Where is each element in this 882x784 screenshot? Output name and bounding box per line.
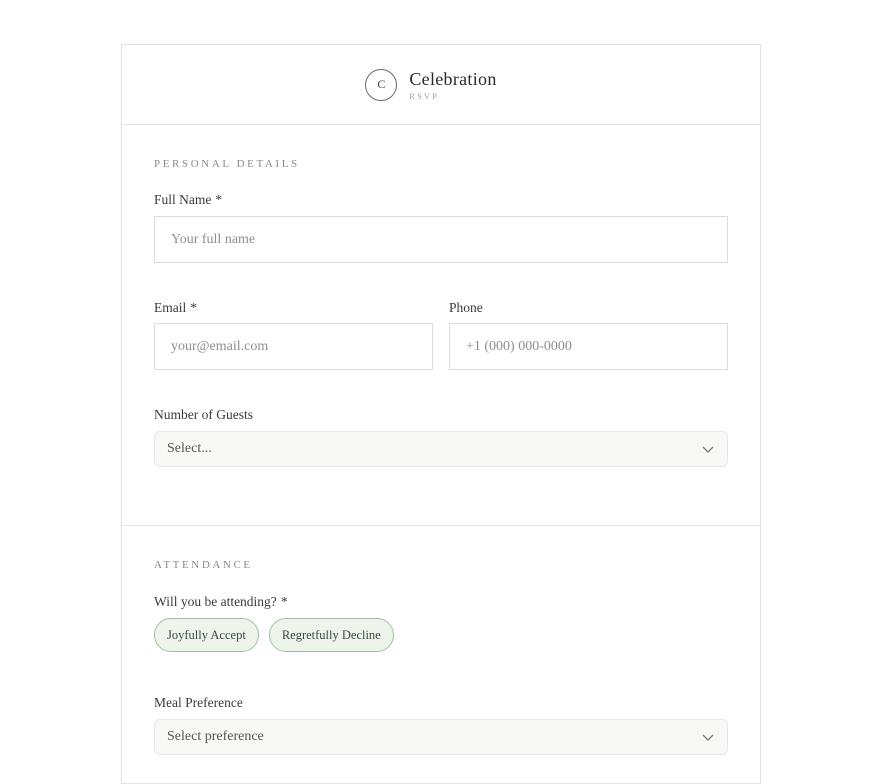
contact-row: Email* Phone <box>154 300 728 370</box>
brand: C Celebration RSVP <box>365 68 497 101</box>
attendance-section: ATTENDANCE Will you be attending? * Joyfu… <box>122 526 760 755</box>
attending-group: Will you be attending? * Joyfully Accept … <box>154 594 728 652</box>
guests-select-value: Select... <box>167 441 212 456</box>
full-name-label: Full Name * <box>154 192 223 207</box>
attending-options: Joyfully Accept Regretfully Decline <box>154 618 728 652</box>
phone-input[interactable] <box>449 323 728 370</box>
attending-label: Will you be attending? * <box>154 594 288 609</box>
logo-monogram: C <box>365 68 398 101</box>
brand-subtitle: RSVP <box>409 91 440 101</box>
decline-button[interactable]: Regretfully Decline <box>268 618 394 652</box>
section-title-attendance: ATTENDANCE <box>154 559 253 571</box>
email-label: Email * <box>154 300 197 315</box>
card-header: C Celebration RSVP <box>122 45 760 125</box>
guests-label: Number of Guests <box>154 407 253 422</box>
required-mark: * <box>215 192 223 207</box>
phone-group: Phone <box>449 300 728 370</box>
email-input[interactable] <box>154 323 433 370</box>
chevron-down-icon <box>702 446 714 453</box>
meal-select-value: Select preference <box>167 729 264 744</box>
rsvp-card: C Celebration RSVP PERSONAL DETAILS Full… <box>121 44 761 784</box>
phone-label: Phone <box>449 300 483 315</box>
section-title-personal: PERSONAL DETAILS <box>154 158 300 170</box>
required-mark: * <box>190 300 197 315</box>
accept-button[interactable]: Joyfully Accept <box>154 618 259 652</box>
guests-group: Number of Guests Select... <box>154 407 728 467</box>
meal-select[interactable]: Select preference <box>154 719 728 755</box>
meal-group: Meal Preference Select preference <box>154 695 728 755</box>
full-name-input[interactable] <box>154 216 728 263</box>
brand-title: Celebration <box>409 68 497 89</box>
chevron-down-icon <box>702 734 714 741</box>
required-mark: * <box>280 594 288 609</box>
guests-select[interactable]: Select... <box>154 431 728 467</box>
email-group: Email * <box>154 300 433 370</box>
meal-label: Meal Preference <box>154 695 243 710</box>
personal-details-section: PERSONAL DETAILS Full Name* Email* Phone… <box>122 125 760 526</box>
full-name-group: Full Name * <box>154 192 728 263</box>
